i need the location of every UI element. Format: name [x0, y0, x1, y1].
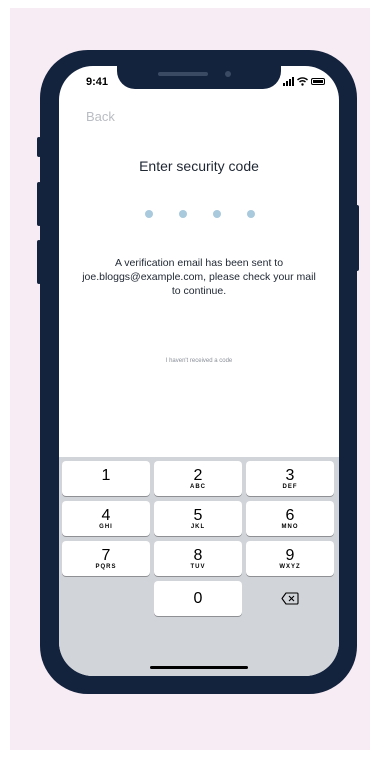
speaker [158, 72, 208, 76]
home-indicator[interactable] [150, 666, 248, 669]
delete-button[interactable] [246, 581, 334, 616]
key-digit: 5 [193, 506, 203, 524]
key-6[interactable]: 6 MNO [246, 501, 334, 536]
key-digit: 9 [285, 546, 295, 564]
key-letters: ABC [190, 483, 206, 490]
key-letters: DEF [282, 483, 298, 490]
code-dot [213, 210, 221, 218]
key-9[interactable]: 9 WXYZ [246, 541, 334, 576]
code-dot [179, 210, 187, 218]
key-0[interactable]: 0 [154, 581, 242, 616]
key-3[interactable]: 3 DEF [246, 461, 334, 496]
camera [225, 71, 231, 77]
numeric-keypad: 1 2 ABC 3 DEF 4 GHI 5 JKL 6 MNO 7 PQRS 8… [59, 457, 339, 676]
key-digit: 1 [101, 466, 111, 484]
page-title: Enter security code [139, 158, 259, 174]
key-digit: 3 [285, 466, 295, 484]
key-letters: JKL [190, 523, 206, 530]
status-icons [283, 77, 325, 86]
notch [117, 66, 281, 89]
key-letters: WXYZ [279, 563, 301, 570]
key-digit: 2 [193, 466, 203, 484]
key-empty [62, 581, 150, 616]
wifi-icon [297, 77, 308, 86]
signal-icon [283, 77, 294, 86]
key-2[interactable]: 2 ABC [154, 461, 242, 496]
verification-message: A verification email has been sent to jo… [82, 257, 316, 297]
key-8[interactable]: 8 TUV [154, 541, 242, 576]
code-dot [247, 210, 255, 218]
key-7[interactable]: 7 PQRS [62, 541, 150, 576]
code-dot [145, 210, 153, 218]
key-digit: 4 [101, 506, 111, 524]
backspace-icon [281, 592, 299, 605]
key-1[interactable]: 1 [62, 461, 150, 496]
key-digit: 8 [193, 546, 203, 564]
key-letters: MNO [281, 523, 299, 530]
key-digit: 0 [193, 590, 203, 607]
resend-code-link[interactable]: I haven't received a code [59, 358, 339, 364]
key-digit: 6 [285, 506, 295, 524]
back-button[interactable]: Back [86, 109, 115, 124]
key-letters: PQRS [95, 563, 117, 570]
code-input[interactable] [145, 210, 255, 218]
key-letters: TUV [190, 563, 206, 570]
phone-screen: 9:41 Back Enter security code A verifica… [59, 66, 339, 676]
key-digit: 7 [101, 546, 111, 564]
key-5[interactable]: 5 JKL [154, 501, 242, 536]
status-time: 9:41 [86, 76, 109, 88]
key-letters: GHI [99, 523, 113, 530]
key-4[interactable]: 4 GHI [62, 501, 150, 536]
battery-icon [311, 78, 325, 85]
